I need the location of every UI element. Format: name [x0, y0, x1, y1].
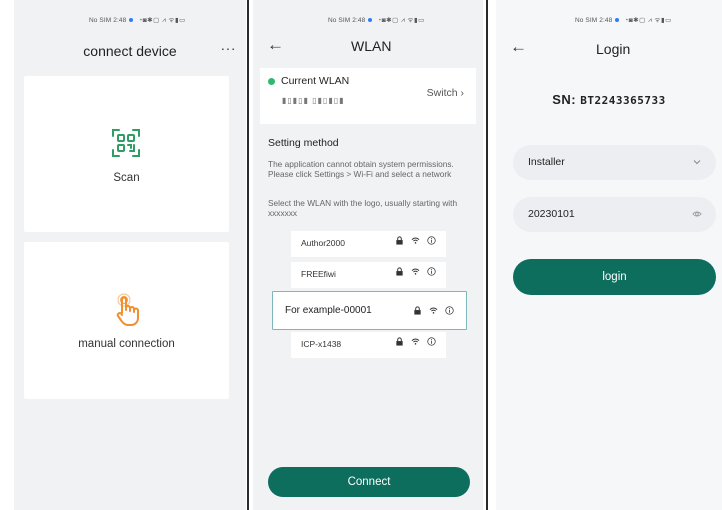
- status-time: 2:48: [352, 16, 366, 24]
- wifi-signal-icon: [411, 268, 420, 275]
- manual-connection-card[interactable]: manual connection: [24, 242, 229, 399]
- status-bar: No SIM 2:48 ◔◙✱▢ ⩘ ᯤ▮▭: [89, 15, 186, 25]
- wifi-signal-icon: [429, 307, 438, 314]
- wifi-status-icons: [395, 337, 436, 346]
- role-select[interactable]: Installer: [513, 145, 716, 180]
- wifi-name: FREEfiwi: [301, 269, 336, 279]
- setting-method-hint: Select the WLAN with the logo, usually s…: [268, 198, 458, 218]
- page-title: Login: [596, 41, 631, 57]
- wifi-name: For example-00001: [285, 305, 372, 316]
- wifi-status-icons: [395, 236, 436, 245]
- setting-method-text: The application cannot obtain system per…: [268, 159, 454, 179]
- arrow-left-icon[interactable]: ←: [267, 35, 284, 55]
- sn-value: BT2243365733: [580, 94, 666, 107]
- status-icons: ◔◙✱▢ ⩘ ᯤ▮▭: [377, 17, 425, 24]
- notification-dot-icon: [129, 18, 134, 22]
- lock-icon: [396, 267, 403, 276]
- current-wlan-label: Current WLAN: [281, 75, 350, 87]
- status-icons: ◔◙✱▢ ⩘ ᯤ▮▭: [138, 17, 186, 24]
- connect-device-screen: No SIM 2:48 ◔◙✱▢ ⩘ ᯤ▮▭ connect device ··…: [14, 0, 246, 510]
- notification-dot-icon: [368, 18, 373, 22]
- current-wlan-card: Current WLAN ▮▯▮▯▮ ▯▮▯▮▯▮ Switch ›: [260, 68, 476, 124]
- carrier-text: No SIM: [328, 16, 351, 24]
- wifi-list-item[interactable]: FREEfiwi: [291, 262, 446, 288]
- password-field[interactable]: 20230101: [513, 197, 716, 232]
- wifi-list-item-selected[interactable]: For example-00001: [272, 291, 467, 330]
- current-wlan-ssid: ▮▯▮▯▮ ▯▮▯▮▯▮: [282, 96, 345, 105]
- status-icons: ◔◙✱▢ ⩘ ᯤ▮▭: [624, 17, 672, 24]
- connected-status-dot-icon: [268, 78, 275, 85]
- info-icon[interactable]: [427, 236, 436, 245]
- wifi-name: ICP-x1438: [301, 339, 342, 349]
- status-bar: No SIM 2:48 ◔◙✱▢ ⩘ ᯤ▮▭: [328, 15, 425, 25]
- wifi-signal-icon: [411, 338, 420, 345]
- status-time: 2:48: [113, 16, 127, 24]
- connect-button[interactable]: Connect: [268, 467, 470, 497]
- more-options-icon[interactable]: ···: [221, 40, 237, 56]
- lock-icon: [414, 306, 421, 315]
- wifi-status-icons: [395, 267, 436, 276]
- info-icon[interactable]: [445, 306, 454, 315]
- status-time: 2:48: [599, 16, 613, 24]
- wifi-name: Author2000: [301, 238, 345, 248]
- wifi-list-item[interactable]: ICP-x1438: [291, 332, 446, 358]
- switch-wlan-link[interactable]: Switch ›: [427, 87, 464, 99]
- info-icon[interactable]: [427, 337, 436, 346]
- sn-label: SN:: [552, 92, 577, 107]
- password-value: 20230101: [528, 208, 575, 220]
- wlan-screen: No SIM 2:48 ◔◙✱▢ ⩘ ᯤ▮▭ ← WLAN Current WL…: [253, 0, 483, 510]
- lock-icon: [396, 337, 403, 346]
- wifi-status-icons: [413, 306, 454, 315]
- page-title: connect device: [83, 43, 177, 59]
- page-title: WLAN: [351, 38, 392, 54]
- arrow-left-icon[interactable]: ←: [510, 37, 527, 57]
- carrier-text: No SIM: [89, 16, 112, 24]
- wifi-signal-icon: [411, 237, 420, 244]
- notification-dot-icon: [615, 18, 620, 22]
- screen-divider: [486, 0, 488, 510]
- screen-divider: [247, 0, 249, 510]
- lock-icon: [396, 236, 403, 245]
- serial-number: SN: BT2243365733: [496, 92, 722, 107]
- scan-label: Scan: [113, 172, 140, 184]
- role-value: Installer: [528, 156, 565, 168]
- info-icon[interactable]: [427, 267, 436, 276]
- wifi-list-item[interactable]: Author2000: [291, 231, 446, 257]
- carrier-text: No SIM: [575, 16, 598, 24]
- hand-tap-icon: [116, 293, 139, 326]
- eye-icon[interactable]: [692, 209, 702, 219]
- chevron-down-icon: [693, 160, 701, 165]
- login-button[interactable]: login: [513, 259, 716, 295]
- qr-scan-icon: [112, 129, 140, 157]
- setting-method-title: Setting method: [268, 137, 339, 149]
- login-screen: No SIM 2:48 ◔◙✱▢ ⩘ ᯤ▮▭ ← Login SN: BT224…: [496, 0, 722, 510]
- status-bar: No SIM 2:48 ◔◙✱▢ ⩘ ᯤ▮▭: [575, 15, 672, 25]
- scan-card[interactable]: Scan: [24, 76, 229, 232]
- manual-connection-label: manual connection: [78, 338, 175, 350]
